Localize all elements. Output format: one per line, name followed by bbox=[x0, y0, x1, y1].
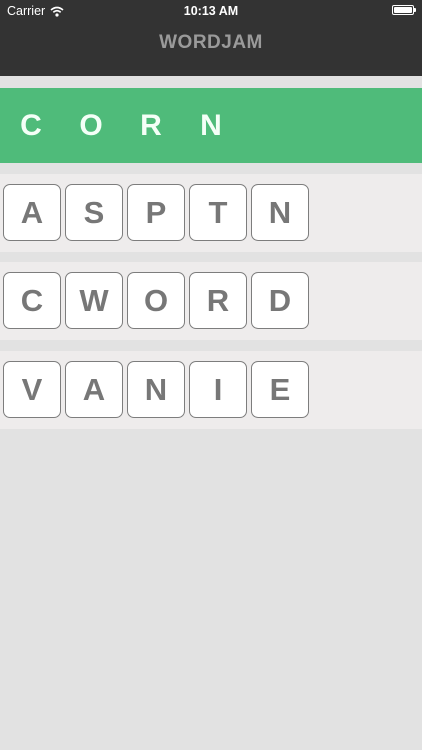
letter-tile[interactable]: W bbox=[65, 272, 123, 329]
letter-tile[interactable]: R bbox=[189, 272, 247, 329]
answer-letter: N bbox=[200, 109, 222, 142]
answer-letter: C bbox=[20, 109, 42, 142]
battery-icon bbox=[392, 5, 416, 15]
letter-tile[interactable]: O bbox=[127, 272, 185, 329]
letter-tile[interactable]: I bbox=[189, 361, 247, 418]
letter-tile[interactable]: S bbox=[65, 184, 123, 241]
letter-tile[interactable]: V bbox=[3, 361, 61, 418]
app-header: Carrier 10:13 AM WORDJAM bbox=[0, 0, 422, 76]
letter-tile[interactable]: A bbox=[65, 361, 123, 418]
letter-row: A S P T N bbox=[0, 174, 422, 252]
letter-tile[interactable]: N bbox=[127, 361, 185, 418]
answer-letter: R bbox=[140, 109, 162, 142]
letter-tile[interactable]: D bbox=[251, 272, 309, 329]
app-title: WORDJAM bbox=[159, 32, 263, 53]
letter-row: V A N I E bbox=[0, 351, 422, 429]
letter-tile[interactable]: A bbox=[3, 184, 61, 241]
letter-row: C W O R D bbox=[0, 262, 422, 340]
letter-tile[interactable]: T bbox=[189, 184, 247, 241]
letter-tile[interactable]: N bbox=[251, 184, 309, 241]
status-bar: Carrier 10:13 AM bbox=[0, 0, 422, 22]
letter-tile[interactable]: E bbox=[251, 361, 309, 418]
answer-letter: O bbox=[79, 109, 103, 142]
answer-bar: C O R N bbox=[0, 88, 422, 163]
status-time: 10:13 AM bbox=[183, 4, 239, 18]
letter-tile[interactable]: P bbox=[127, 184, 185, 241]
letter-tile[interactable]: C bbox=[3, 272, 61, 329]
